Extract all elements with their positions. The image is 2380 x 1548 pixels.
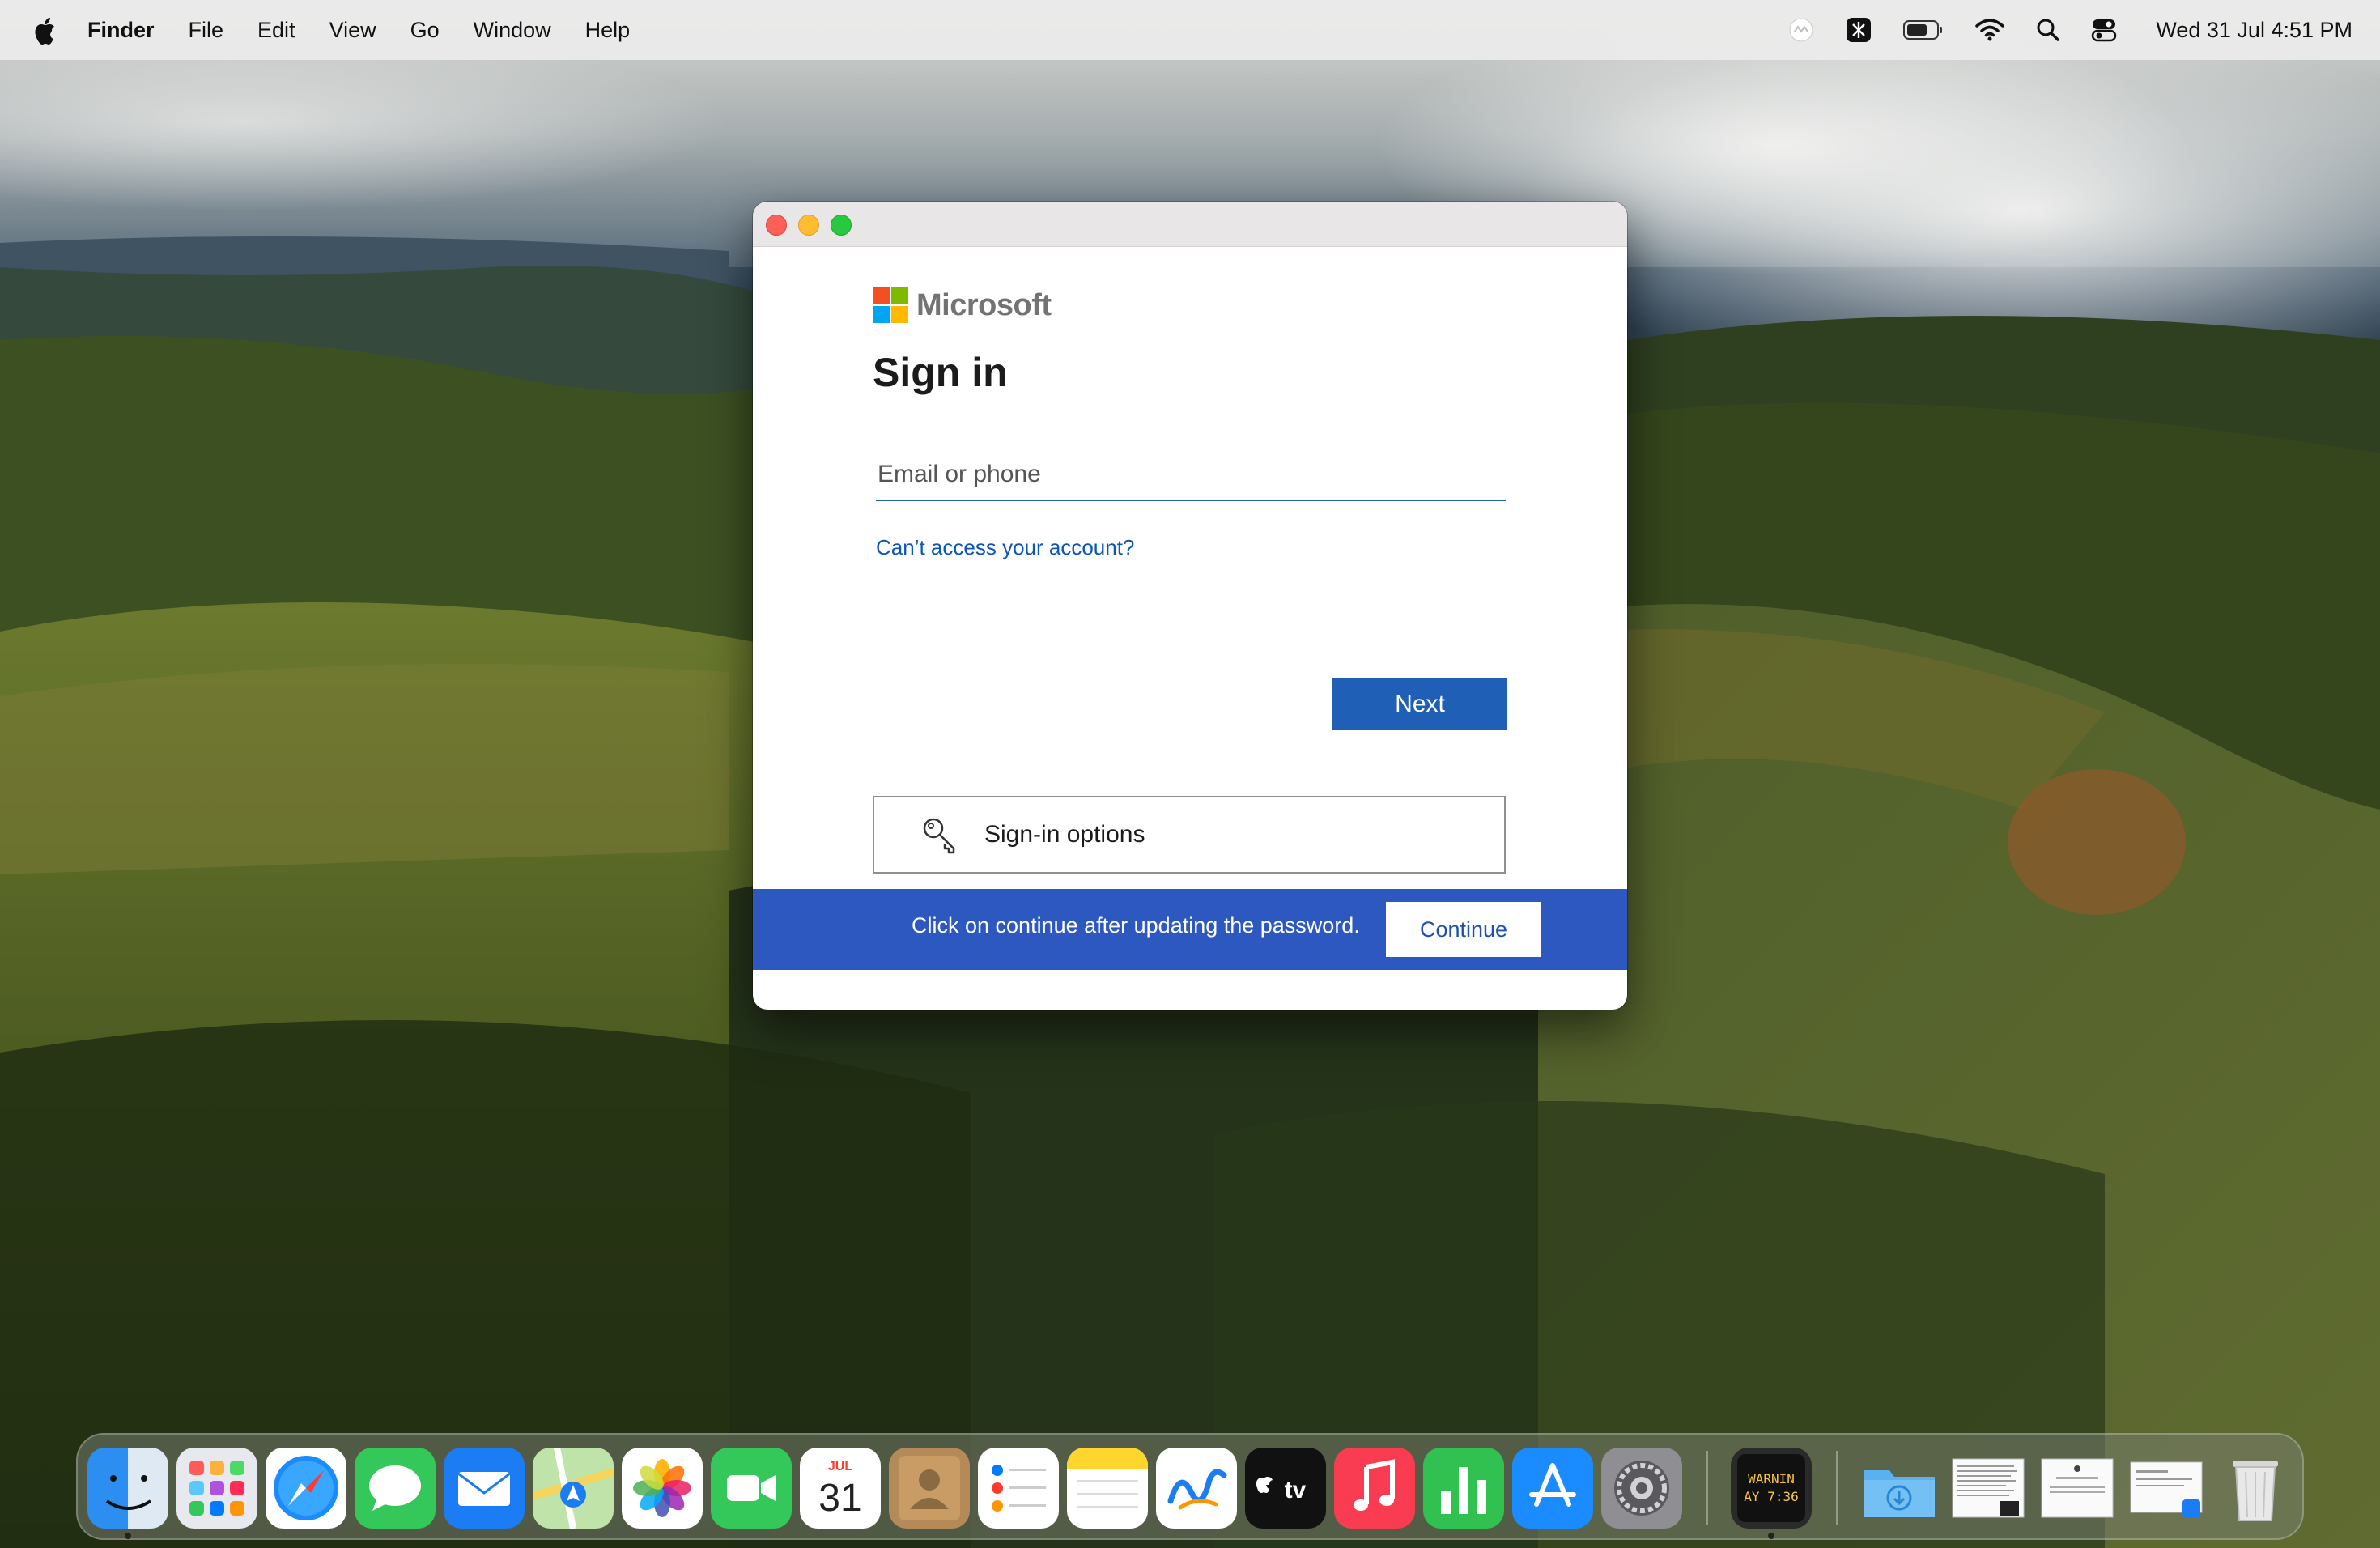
window-zoom-button[interactable] — [831, 215, 852, 236]
mail-icon[interactable] — [444, 1448, 525, 1529]
menu-edit[interactable]: Edit — [257, 18, 295, 43]
control-center-icon[interactable] — [2091, 17, 2117, 43]
running-indicator — [1768, 1533, 1774, 1539]
microsoft-logo: Microsoft — [873, 287, 1052, 323]
notes-icon[interactable] — [1067, 1448, 1148, 1529]
signin-options-button[interactable]: Sign-in options — [873, 796, 1506, 874]
dock: JUL 31 tv WARNIN AY 7:36 — [76, 1433, 2304, 1540]
system-settings-icon[interactable] — [1601, 1448, 1682, 1529]
numbers-icon[interactable] — [1423, 1448, 1504, 1529]
perplexity-status-icon[interactable] — [1845, 16, 1872, 44]
window-titlebar[interactable] — [753, 202, 1627, 247]
continue-button[interactable]: Continue — [1386, 902, 1541, 957]
signin-options-label: Sign-in options — [984, 821, 1145, 848]
apple-menu-icon[interactable] — [31, 15, 57, 45]
console-time-text: AY 7:36 — [1744, 1489, 1798, 1504]
reminders-icon[interactable] — [978, 1448, 1059, 1529]
calendar-month-label: JUL — [828, 1460, 852, 1474]
calendar-day-label: 31 — [818, 1477, 861, 1520]
cant-access-account-link[interactable]: Can’t access your account? — [876, 535, 1134, 560]
console-icon[interactable]: WARNIN AY 7:36 — [1731, 1448, 1812, 1529]
freeform-icon[interactable] — [1156, 1448, 1237, 1529]
next-button[interactable]: Next — [1332, 678, 1507, 730]
wifi-icon[interactable] — [1974, 18, 2005, 42]
finder-icon[interactable] — [87, 1448, 168, 1529]
microsoft-logo-icon — [873, 287, 908, 323]
document-thumbnail-icon[interactable] — [2126, 1448, 2207, 1529]
menu-bar-clock[interactable]: Wed 31 Jul 4:51 PM — [2156, 18, 2352, 43]
trash-icon[interactable] — [2215, 1448, 2296, 1529]
document-thumbnail-icon[interactable] — [1948, 1448, 2029, 1529]
launchpad-icon[interactable] — [176, 1448, 257, 1529]
menu-bar: Finder File Edit View Go Window Help Wed… — [0, 0, 2380, 60]
maps-icon[interactable] — [533, 1448, 614, 1529]
messages-icon[interactable] — [355, 1448, 436, 1529]
apple-tv-icon[interactable]: tv — [1245, 1448, 1326, 1529]
app-menu-finder[interactable]: Finder — [87, 18, 155, 43]
facetime-icon[interactable] — [711, 1448, 792, 1529]
calendar-icon[interactable]: JUL 31 — [800, 1448, 881, 1529]
downloads-folder-icon[interactable] — [1859, 1448, 1940, 1529]
dock-separator — [1706, 1451, 1708, 1525]
document-thumbnail-icon[interactable] — [2037, 1448, 2118, 1529]
email-field[interactable] — [876, 454, 1506, 501]
window-close-button[interactable] — [766, 215, 787, 236]
window-minimize-button[interactable] — [798, 215, 819, 236]
music-icon[interactable] — [1334, 1448, 1415, 1529]
status-extension-icon[interactable] — [1788, 17, 1814, 43]
console-warning-text: WARNIN — [1748, 1471, 1795, 1486]
menu-file[interactable]: File — [189, 18, 224, 43]
signin-window: Microsoft Sign in Can’t access your acco… — [753, 202, 1627, 1010]
svg-text:tv: tv — [1285, 1477, 1307, 1503]
contacts-icon[interactable] — [889, 1448, 970, 1529]
safari-icon[interactable] — [266, 1448, 346, 1529]
banner-message: Click on continue after updating the pas… — [912, 913, 1360, 938]
page-title: Sign in — [873, 350, 1008, 395]
key-icon — [923, 818, 955, 854]
menu-go[interactable]: Go — [410, 18, 440, 43]
dock-separator — [1836, 1451, 1838, 1525]
battery-icon[interactable] — [1903, 19, 1944, 40]
notification-banner: Click on continue after updating the pas… — [753, 889, 1627, 970]
photos-icon[interactable] — [622, 1448, 703, 1529]
running-indicator — [125, 1533, 131, 1539]
signin-content: Microsoft Sign in Can’t access your acco… — [753, 247, 1627, 970]
menu-window[interactable]: Window — [474, 18, 551, 43]
menu-view[interactable]: View — [329, 18, 376, 43]
menu-help[interactable]: Help — [585, 18, 631, 43]
app-store-icon[interactable] — [1512, 1448, 1593, 1529]
spotlight-search-icon[interactable] — [2036, 18, 2060, 42]
microsoft-wordmark: Microsoft — [916, 287, 1052, 322]
